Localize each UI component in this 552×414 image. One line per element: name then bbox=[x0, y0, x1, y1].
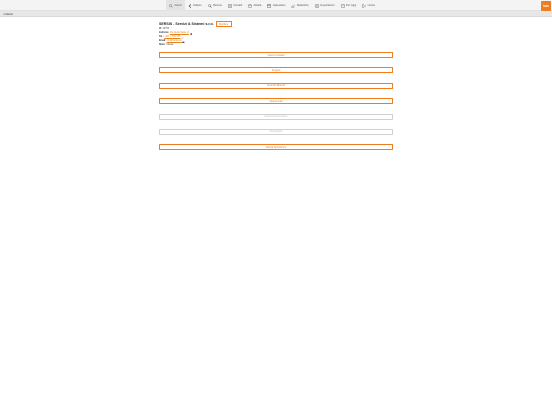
back-chevron-icon bbox=[188, 3, 191, 8]
promotions-button: Promozioni bbox=[159, 128, 393, 135]
edit-button[interactable]: Modifica bbox=[215, 21, 232, 27]
client-header: SERSIS - Servizi & Sistemi s.r.o. Modifi… bbox=[159, 20, 393, 28]
map-pin-icon[interactable] bbox=[190, 32, 193, 36]
nav-item-attivita[interactable]: Attività bbox=[245, 0, 264, 11]
nav-item-impostazioni[interactable]: Impostazioni bbox=[312, 0, 338, 11]
contracts-button[interactable]: Contratti Bianchi bbox=[159, 82, 393, 89]
nav-item-label: Contatti bbox=[233, 4, 243, 7]
phone-edit-icon[interactable] bbox=[181, 36, 184, 40]
main-nav: Clienti Indietro Ricerca Contatti Attivi… bbox=[166, 0, 378, 11]
nav-item-statistiche[interactable]: Statistiche bbox=[288, 0, 311, 11]
nav-item-uscire[interactable]: Uscire bbox=[359, 0, 378, 11]
top-bar: Clienti Indietro Ricerca Contatti Attivi… bbox=[0, 0, 552, 11]
search-icon bbox=[169, 3, 173, 8]
nav-item-label: Attività bbox=[253, 4, 262, 7]
nav-item-indietro[interactable]: Indietro bbox=[185, 0, 205, 11]
nav-item-label: Statistiche bbox=[296, 4, 309, 7]
logo-text: bas bbox=[543, 4, 549, 8]
magnifier-icon bbox=[207, 3, 212, 8]
nav-item-contatti[interactable]: Contatti bbox=[225, 0, 245, 11]
action-buttons: Nuovo contatto Progetti Contratti Bianch… bbox=[159, 52, 393, 160]
nav-item-label: Impostazioni bbox=[320, 4, 335, 7]
status-value: Cliente bbox=[166, 43, 174, 46]
contacts-icon bbox=[228, 3, 232, 8]
client-detail: SERSIS - Servizi & Sistemi s.r.o. Modifi… bbox=[159, 20, 393, 48]
client-name: SERSIS - Servizi & Sistemi s.r.o. bbox=[159, 22, 214, 26]
brand-logo[interactable]: bas bbox=[541, 1, 551, 11]
nav-item-label: Uscire bbox=[367, 4, 376, 7]
client-info: Id: 12753 Indirizzo: Via Giulio Natta 14… bbox=[159, 28, 393, 47]
nav-item-clienti[interactable]: Clienti bbox=[166, 0, 185, 11]
supplier-documents-button: Documenti Fornitore bbox=[159, 113, 393, 120]
nav-item-per-oggi[interactable]: Per Oggi bbox=[338, 0, 360, 11]
nav-item-ricerca[interactable]: Ricerca bbox=[205, 0, 225, 11]
new-contact-button[interactable]: Nuovo contatto bbox=[159, 52, 393, 58]
calendar-icon bbox=[267, 3, 272, 8]
nav-item-label: Per Oggi bbox=[346, 4, 357, 7]
info-row-status: Stato: Cliente bbox=[159, 44, 393, 48]
nav-item-label: Calendario bbox=[272, 4, 286, 7]
activity-icon bbox=[248, 4, 252, 7]
nav-item-label: Ricerca bbox=[213, 4, 222, 7]
settings-icon bbox=[315, 3, 319, 8]
projects-button[interactable]: Progetti bbox=[159, 67, 393, 74]
nav-item-calendario[interactable]: Calendario bbox=[264, 0, 288, 11]
shipping-activity-button[interactable]: Attività Spedizione bbox=[159, 144, 393, 151]
chart-icon bbox=[291, 4, 296, 8]
opportunities-button[interactable]: Opportunità bbox=[159, 98, 393, 105]
sub-bar: ‹ Indietro bbox=[0, 11, 552, 17]
back-link[interactable]: ‹ Indietro bbox=[3, 13, 13, 16]
today-icon bbox=[341, 3, 345, 8]
status-label: Stato: bbox=[159, 43, 166, 46]
nav-item-label: Indietro bbox=[193, 4, 202, 7]
mail-icon[interactable] bbox=[182, 41, 185, 44]
nav-item-label: Clienti bbox=[174, 4, 182, 7]
logout-icon bbox=[362, 3, 367, 8]
back-link-label: Indietro bbox=[4, 12, 14, 16]
